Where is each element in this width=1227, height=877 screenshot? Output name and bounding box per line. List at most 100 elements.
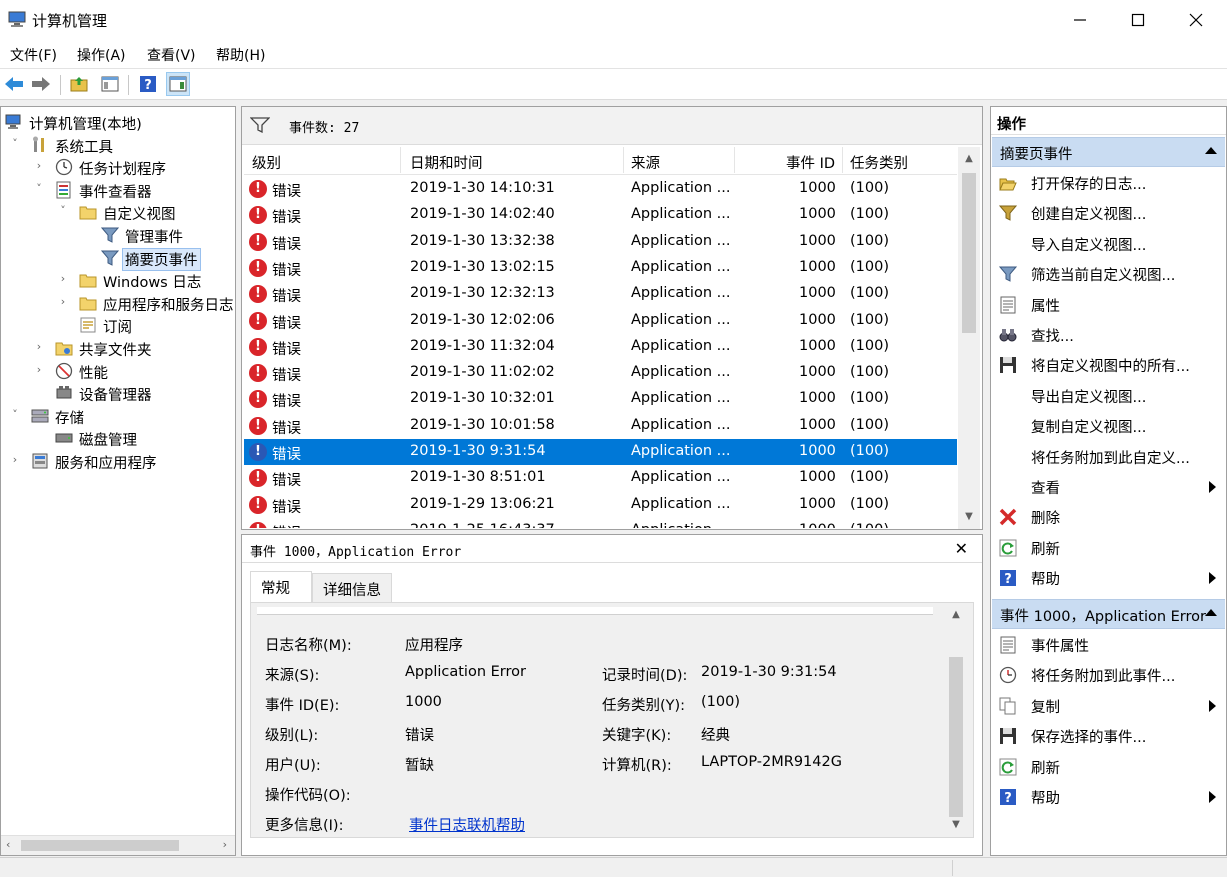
- action-item[interactable]: 查看: [991, 472, 1226, 502]
- tree-item[interactable]: 设备管理器: [1, 382, 235, 404]
- collapse-chevron-icon[interactable]: ˅: [9, 408, 21, 422]
- event-row[interactable]: ! 错误 2019-1-30 12:32:13 Application ... 1000…: [244, 281, 957, 307]
- maximize-button[interactable]: [1109, 0, 1167, 40]
- tree-item[interactable]: ˅ 自定义视图: [1, 201, 235, 223]
- column-header-datetime[interactable]: 日期和时间: [410, 152, 483, 173]
- action-item[interactable]: ? 帮助: [991, 782, 1226, 812]
- tree-item[interactable]: 磁盘管理: [1, 427, 235, 449]
- tree-item[interactable]: › 性能: [1, 360, 235, 382]
- tree-item[interactable]: › Windows 日志: [1, 269, 235, 291]
- event-row[interactable]: ! 错误 2019-1-30 8:51:01 Application ... 1000 (…: [244, 465, 957, 491]
- column-divider[interactable]: [734, 147, 735, 173]
- menu-file[interactable]: 文件(F): [10, 45, 57, 65]
- menu-action[interactable]: 操作(A): [77, 45, 126, 65]
- actions-section-summary-events[interactable]: 摘要页事件: [992, 137, 1225, 167]
- expand-chevron-icon[interactable]: ›: [57, 272, 69, 286]
- event-row[interactable]: ! 错误 2019-1-30 11:02:02 Application ... 1000…: [244, 360, 957, 386]
- expand-chevron-icon[interactable]: ›: [9, 453, 21, 467]
- close-button[interactable]: [1167, 0, 1225, 40]
- expand-chevron-icon[interactable]: ›: [33, 363, 45, 377]
- close-detail-icon[interactable]: ✕: [955, 539, 968, 558]
- collapse-chevron-icon[interactable]: ˅: [57, 204, 69, 218]
- action-item[interactable]: 查找...: [991, 320, 1226, 350]
- collapse-chevron-icon[interactable]: ˅: [33, 182, 45, 196]
- event-row[interactable]: ! 错误 2019-1-30 13:02:15 Application ... 1000…: [244, 255, 957, 281]
- help-toolbar-button[interactable]: ?: [137, 73, 159, 95]
- minimize-button[interactable]: [1051, 0, 1109, 40]
- event-row[interactable]: ! 错误 2019-1-29 13:06:21 Application ... 1000…: [244, 492, 957, 518]
- action-item[interactable]: 复制: [991, 691, 1226, 721]
- up-level-button[interactable]: [68, 73, 90, 95]
- tree-item[interactable]: › 应用程序和服务日志: [1, 292, 235, 314]
- menu-view[interactable]: 查看(V): [147, 45, 196, 65]
- column-header-source[interactable]: 来源: [631, 152, 660, 173]
- action-item[interactable]: 将自定义视图中的所有...: [991, 350, 1226, 380]
- expand-chevron-icon[interactable]: ›: [33, 340, 45, 354]
- event-row[interactable]: ! 错误 2019-1-30 11:32:04 Application ... 1000…: [244, 334, 957, 360]
- show-hide-action-pane-button[interactable]: [166, 72, 190, 96]
- event-row[interactable]: ! 错误 2019-1-30 10:01:58 Application ... 1000…: [244, 413, 957, 439]
- event-row[interactable]: ! 错误 2019-1-30 13:32:38 Application ... 1000…: [244, 229, 957, 255]
- tree-item[interactable]: 摘要页事件: [1, 247, 235, 271]
- scroll-thumb[interactable]: [949, 657, 963, 817]
- action-item[interactable]: 将任务附加到此事件...: [991, 660, 1226, 690]
- tree-item[interactable]: › 服务和应用程序: [1, 450, 235, 472]
- scroll-down-icon[interactable]: ▼: [962, 511, 976, 525]
- event-log-online-help-link[interactable]: 事件日志联机帮助: [409, 814, 525, 835]
- tree-item[interactable]: ˅ 事件查看器: [1, 179, 235, 201]
- action-item[interactable]: 筛选当前自定义视图...: [991, 259, 1226, 289]
- column-header-level[interactable]: 级别: [252, 152, 281, 173]
- event-row[interactable]: ! 错误 2019-1-30 10:32:01 Application ... 1000…: [244, 386, 957, 412]
- action-item[interactable]: 创建自定义视图...: [991, 198, 1226, 228]
- show-hide-console-tree-button[interactable]: [99, 73, 121, 95]
- expand-chevron-icon[interactable]: ›: [57, 295, 69, 309]
- column-divider[interactable]: [623, 147, 624, 173]
- scroll-up-icon[interactable]: ▲: [962, 153, 976, 167]
- tree-item[interactable]: › 共享文件夹: [1, 337, 235, 359]
- event-row[interactable]: ! 错误 2019-1-30 12:02:06 Application ... 1000…: [244, 308, 957, 334]
- action-item[interactable]: 保存选择的事件...: [991, 721, 1226, 751]
- tree-item[interactable]: 计算机管理(本地): [1, 111, 235, 133]
- tree-item[interactable]: ˅ 存储: [1, 405, 235, 427]
- actions-section-selected-event[interactable]: 事件 1000，Application Error: [992, 599, 1225, 629]
- scroll-up-icon[interactable]: ▲: [949, 609, 963, 623]
- menu-help[interactable]: 帮助(H): [216, 45, 265, 65]
- column-divider[interactable]: [400, 147, 401, 173]
- action-item[interactable]: 将任务附加到此自定义...: [991, 442, 1226, 472]
- action-item[interactable]: 刷新: [991, 533, 1226, 563]
- scroll-thumb[interactable]: [962, 173, 976, 333]
- tree-horizontal-scrollbar[interactable]: ‹ ›: [1, 835, 235, 855]
- event-row[interactable]: ! 错误 2019-1-30 14:10:31 Application ... 1000…: [244, 176, 957, 202]
- scroll-thumb[interactable]: [21, 840, 179, 851]
- event-row[interactable]: ! 错误 2019-1-30 14:02:40 Application ... 1000…: [244, 202, 957, 228]
- event-grid-scrollbar[interactable]: ▲ ▼: [958, 147, 980, 529]
- tree-item[interactable]: 管理事件: [1, 224, 235, 246]
- action-item[interactable]: 刷新: [991, 752, 1226, 782]
- action-item[interactable]: 导出自定义视图...: [991, 381, 1226, 411]
- tree-item[interactable]: 订阅: [1, 314, 235, 336]
- event-row[interactable]: ! 错误 2019-1-25 16:43:37 Application ... 1000…: [244, 518, 957, 528]
- action-item[interactable]: 删除: [991, 502, 1226, 532]
- scroll-down-icon[interactable]: ▼: [949, 819, 963, 833]
- scroll-right-icon[interactable]: ›: [223, 838, 227, 851]
- action-item[interactable]: 事件属性: [991, 630, 1226, 660]
- tab-general[interactable]: 常规: [250, 571, 312, 603]
- tree-item[interactable]: ˅ 系统工具: [1, 134, 235, 156]
- tree-item[interactable]: › 任务计划程序: [1, 156, 235, 178]
- event-row[interactable]: ! 错误 2019-1-30 9:31:54 Application ... 1000 (…: [244, 439, 957, 465]
- action-item[interactable]: ? 帮助: [991, 563, 1226, 593]
- action-item[interactable]: 属性: [991, 290, 1226, 320]
- collapse-chevron-icon[interactable]: ˅: [9, 137, 21, 151]
- column-divider[interactable]: [842, 147, 843, 173]
- column-header-event-id[interactable]: 事件 ID: [786, 152, 835, 173]
- detail-scrollbar[interactable]: ▲ ▼: [945, 603, 967, 837]
- action-item[interactable]: 打开保存的日志...: [991, 168, 1226, 198]
- forward-button[interactable]: [30, 73, 52, 95]
- tab-details[interactable]: 详细信息: [312, 573, 392, 603]
- expand-chevron-icon[interactable]: ›: [33, 159, 45, 173]
- action-item[interactable]: 复制自定义视图...: [991, 411, 1226, 441]
- action-item[interactable]: 导入自定义视图...: [991, 229, 1226, 259]
- column-header-task-category[interactable]: 任务类别: [850, 152, 908, 173]
- scroll-left-icon[interactable]: ‹: [6, 838, 10, 851]
- back-button[interactable]: [3, 73, 25, 95]
